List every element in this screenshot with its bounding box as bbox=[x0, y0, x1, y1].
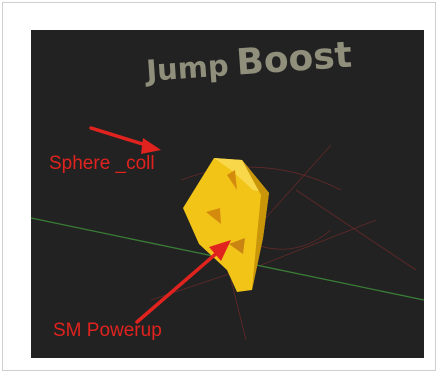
title-word-jump: Jump bbox=[145, 48, 230, 88]
title-word-boost: Boost bbox=[234, 34, 354, 84]
sm-powerup-label: SM Powerup bbox=[53, 320, 162, 341]
scene-viewport[interactable]: Jump Boost Sphere _coll SM Powerup bbox=[31, 30, 424, 358]
red-arrow-icon bbox=[89, 126, 161, 154]
image-frame: Jump Boost Sphere _coll SM Powerup bbox=[2, 2, 436, 371]
collision-sphere-wireframe bbox=[150, 144, 417, 341]
red-arrow-icon bbox=[135, 240, 231, 324]
sphere-collision-label: Sphere _coll bbox=[49, 153, 155, 174]
